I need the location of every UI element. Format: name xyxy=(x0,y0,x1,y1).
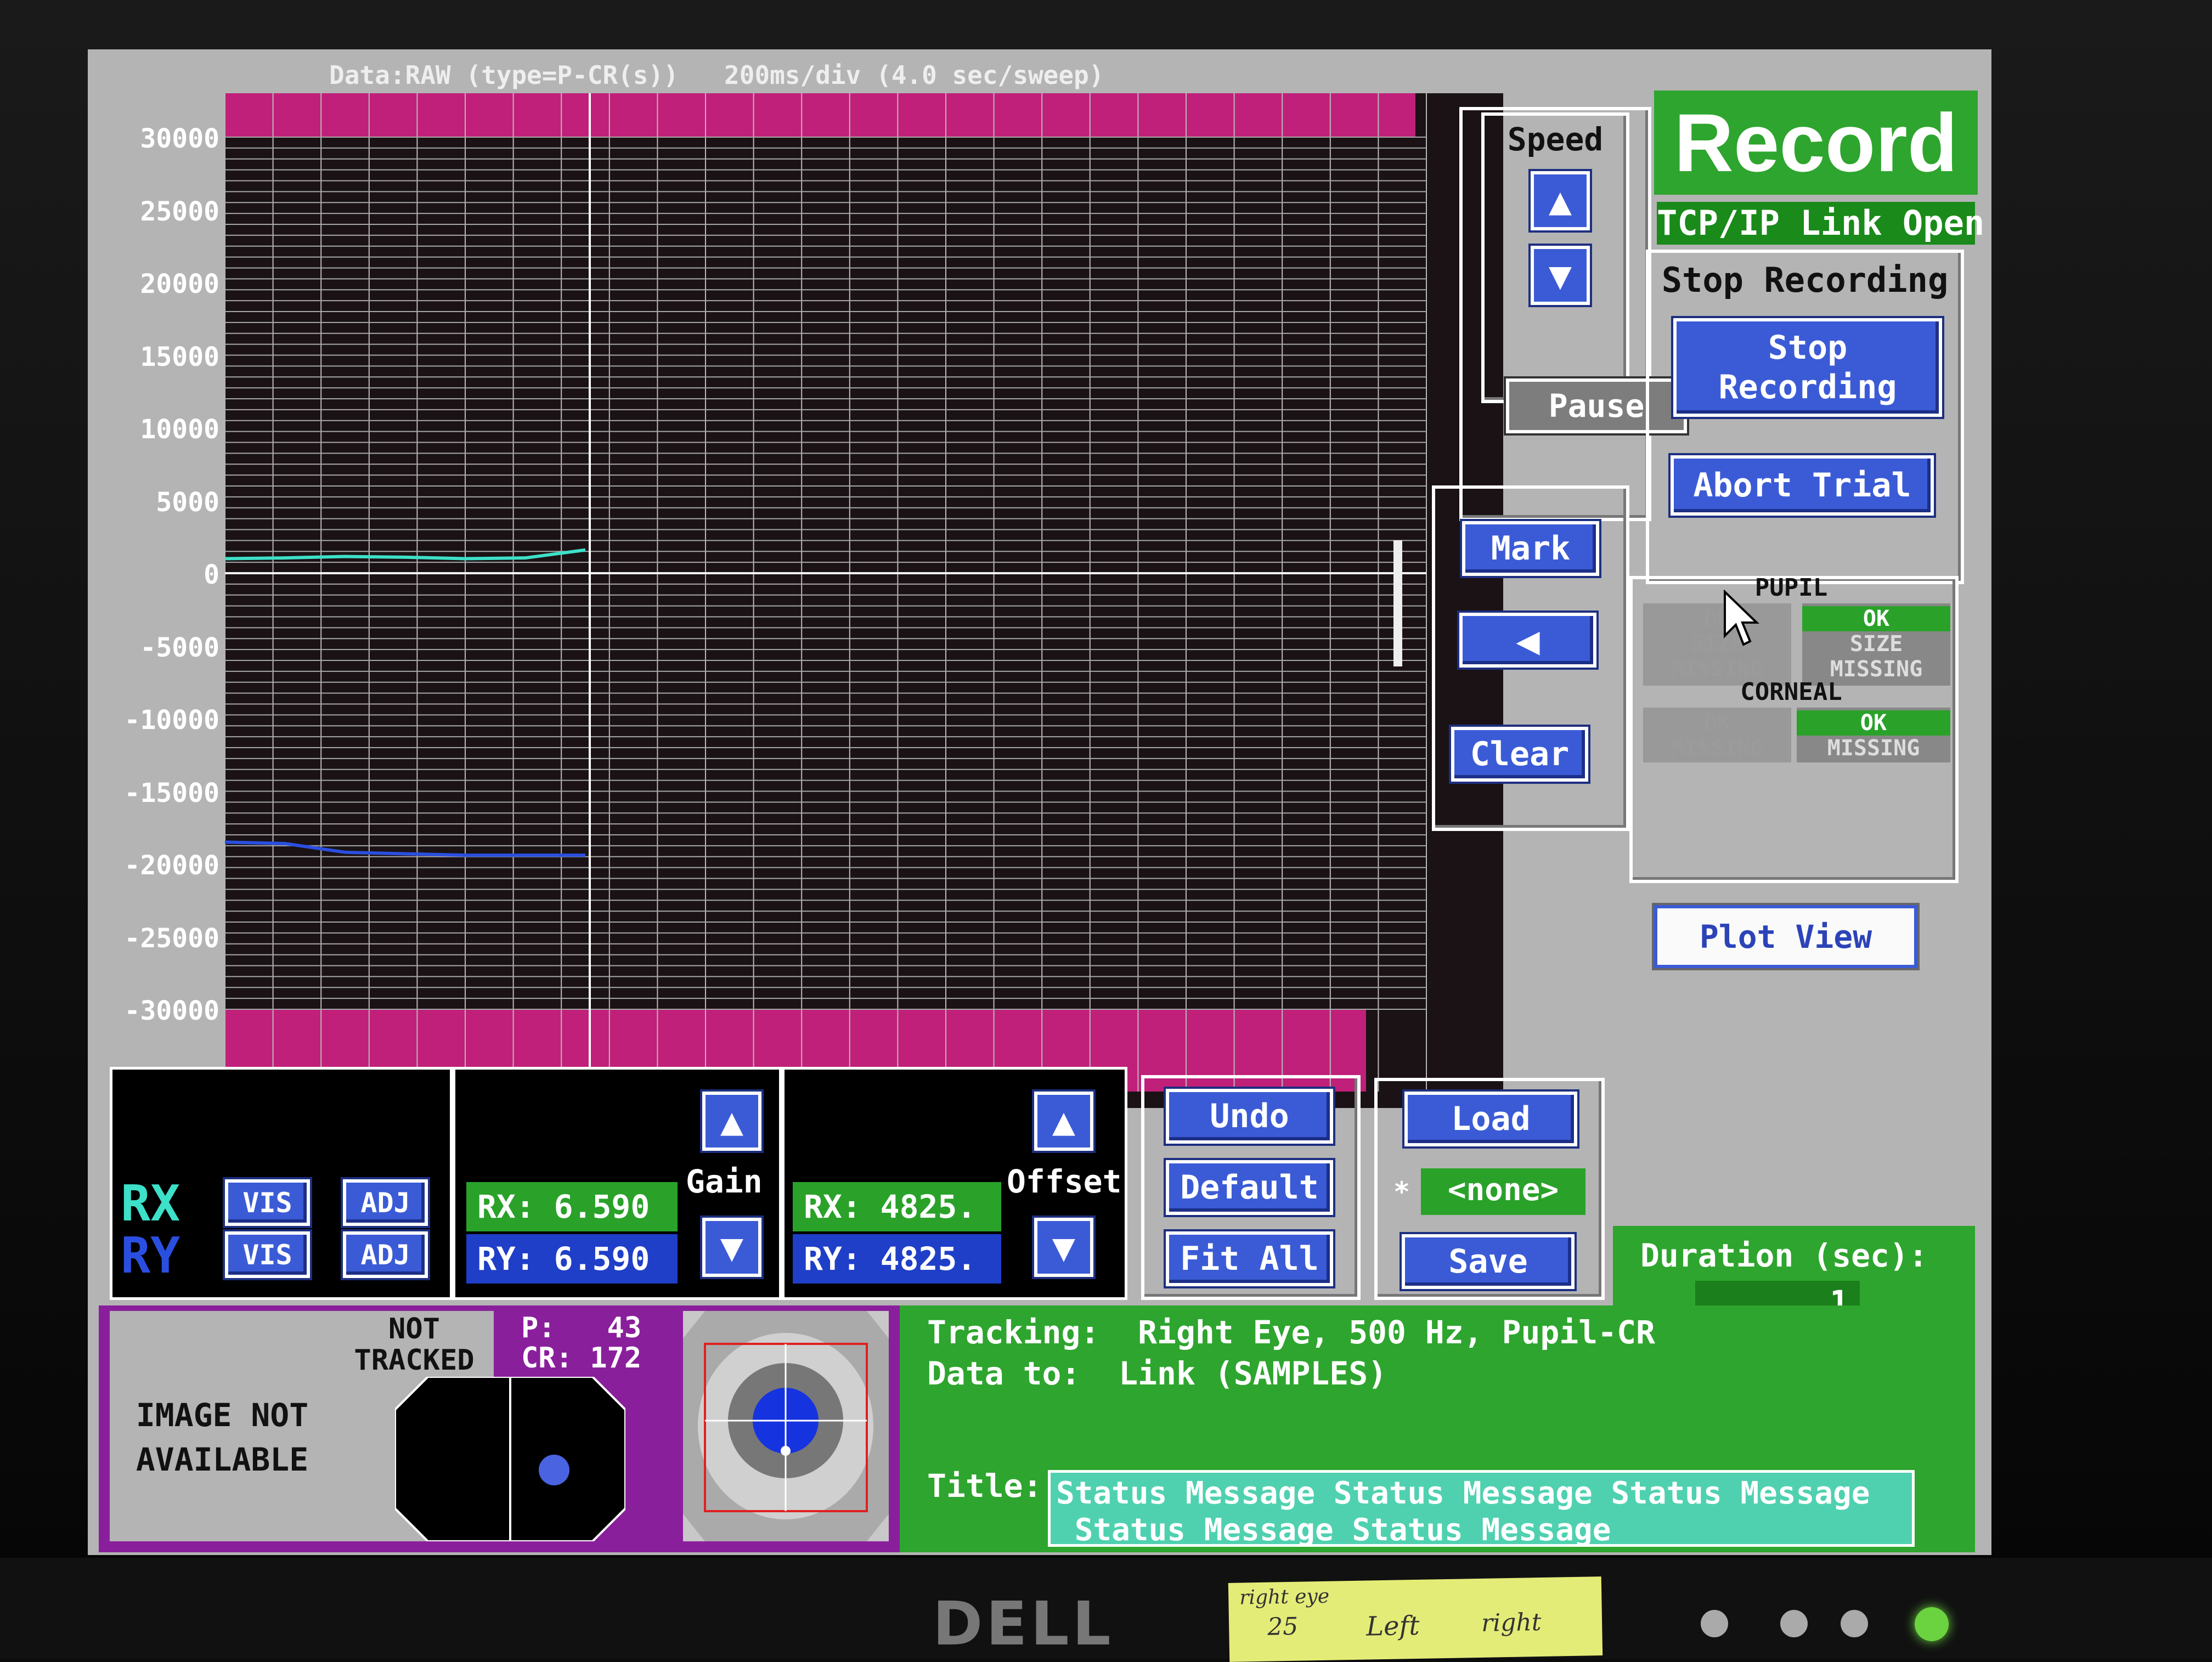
status-message-box: Status Message Status Message Status Mes… xyxy=(1048,1470,1915,1548)
series-ry-line xyxy=(224,840,585,857)
chart-header: Data:RAW (type=P-CR(s)) 200ms/div (4.0 s… xyxy=(329,60,1104,90)
dell-logo: DELL xyxy=(933,1588,1114,1659)
ry-adj-button[interactable]: ADJ xyxy=(343,1231,428,1278)
gain-ry-field[interactable]: RY: 6.590 xyxy=(466,1234,678,1284)
arrow-down-icon: ▼ xyxy=(1052,1225,1076,1270)
right-pupil-ok: OK xyxy=(1802,606,1950,631)
sticky-note-line2: 25 xyxy=(1267,1612,1299,1641)
y-tick-label: 5000 xyxy=(156,487,219,518)
link-status: TCP/IP Link Open xyxy=(1657,202,1984,245)
y-tick-label: 30000 xyxy=(140,123,220,154)
gain-rx-field[interactable]: RX: 6.590 xyxy=(466,1182,678,1231)
cr-value: CR: 172 xyxy=(521,1342,642,1375)
rx-adj-button[interactable]: ADJ xyxy=(343,1179,428,1226)
fit-all-button[interactable]: Fit All xyxy=(1166,1231,1333,1286)
right-pupil-size: SIZE xyxy=(1849,631,1903,657)
rx-channel-label: RX xyxy=(121,1175,180,1233)
offset-rx-field[interactable]: RX: 4825. xyxy=(793,1182,1001,1231)
not-tracked-label: NOT TRACKED xyxy=(354,1313,475,1377)
gain-up-button[interactable]: ▲ xyxy=(702,1092,761,1151)
left-pupil-status: OK SIZE MISSING xyxy=(1643,603,1791,686)
stop-recording-heading: Stop Recording xyxy=(1661,260,1949,300)
left-cr-missing: MISSING xyxy=(1671,736,1764,761)
y-tick-label: -20000 xyxy=(124,850,219,881)
file-star-marker: * xyxy=(1393,1176,1410,1208)
back-button[interactable]: ◀ xyxy=(1459,613,1596,668)
power-button[interactable] xyxy=(1915,1607,1949,1641)
arrow-up-icon: ▲ xyxy=(720,1099,744,1144)
eye-camera-view xyxy=(683,1311,889,1541)
title-label: Title: xyxy=(927,1467,1042,1505)
offset-down-button[interactable]: ▼ xyxy=(1034,1218,1093,1277)
y-tick-label: 10000 xyxy=(140,414,220,445)
save-button[interactable]: Save xyxy=(1402,1234,1575,1289)
cr-dot xyxy=(539,1455,569,1485)
gain-down-button[interactable]: ▼ xyxy=(702,1218,761,1277)
y-tick-label: -25000 xyxy=(124,923,219,954)
sticky-note-left: Left xyxy=(1365,1610,1420,1642)
monitor-menu-button[interactable] xyxy=(1701,1610,1728,1637)
right-cr-ok: OK xyxy=(1797,710,1950,736)
offset-up-button[interactable]: ▲ xyxy=(1034,1092,1093,1151)
tracking-line: Tracking: Right Eye, 500 Hz, Pupil-CR xyxy=(927,1314,1655,1351)
duration-label: Duration (sec): xyxy=(1640,1237,1928,1274)
offset-label: Offset xyxy=(1007,1163,1122,1200)
y-tick-label: -10000 xyxy=(124,705,219,736)
speed-label: Speed xyxy=(1507,121,1604,158)
left-pupil-ok: OK xyxy=(1703,606,1731,631)
gain-label: Gain xyxy=(686,1163,763,1200)
screen: Data:RAW (type=P-CR(s)) 200ms/div (4.0 s… xyxy=(88,49,1991,1555)
arrow-left-icon: ◀ xyxy=(1516,617,1540,663)
left-cr-ok: OK xyxy=(1703,710,1731,736)
mouse-cursor-icon xyxy=(1724,590,1759,646)
plot-view-button[interactable]: Plot View xyxy=(1654,905,1917,968)
corneal-label: CORNEAL xyxy=(1740,678,1842,706)
stop-recording-button[interactable]: Stop Recording xyxy=(1673,318,1942,417)
sticky-note-right: right xyxy=(1481,1608,1542,1637)
default-button[interactable]: Default xyxy=(1166,1160,1333,1215)
ry-vis-button[interactable]: VIS xyxy=(225,1231,310,1278)
undo-button[interactable]: Undo xyxy=(1166,1089,1333,1144)
arrow-down-icon: ▼ xyxy=(720,1225,744,1270)
y-tick-label: -5000 xyxy=(140,632,220,663)
abort-trial-button[interactable]: Abort Trial xyxy=(1671,455,1934,516)
monitor-plus-button[interactable] xyxy=(1841,1610,1868,1637)
load-button[interactable]: Load xyxy=(1404,1092,1577,1146)
offset-ry-field[interactable]: RY: 4825. xyxy=(793,1234,1001,1284)
image-not-available: IMAGE NOT AVAILABLE xyxy=(136,1397,309,1479)
data-to-line: Data to: Link (SAMPLES) xyxy=(927,1355,1387,1392)
y-tick-label: 20000 xyxy=(140,269,220,299)
y-tick-label: 0 xyxy=(204,559,219,590)
plot-area xyxy=(224,93,1503,1108)
arrow-down-icon: ▼ xyxy=(1548,253,1572,298)
mark-button[interactable]: Mark xyxy=(1462,521,1599,576)
plot-scroll-handle[interactable] xyxy=(1393,540,1402,666)
speed-up-button[interactable]: ▲ xyxy=(1531,171,1590,230)
sticky-note-line1: right eye xyxy=(1239,1585,1330,1609)
monitor-minus-button[interactable] xyxy=(1780,1610,1808,1637)
left-pupil-size: SIZE xyxy=(1690,631,1744,657)
y-tick-label: -15000 xyxy=(124,777,219,809)
pupil-value: P: 43 xyxy=(521,1311,642,1344)
y-tick-label: 25000 xyxy=(140,196,220,227)
ry-channel-label: RY xyxy=(121,1227,180,1285)
clear-button[interactable]: Clear xyxy=(1451,727,1588,782)
right-pupil-status: OK SIZE MISSING xyxy=(1802,603,1950,686)
sticky-note: right eye 25 Left right xyxy=(1228,1576,1603,1662)
right-cr-status: OK MISSING xyxy=(1797,708,1950,762)
eye-image xyxy=(683,1311,889,1541)
speed-down-button[interactable]: ▼ xyxy=(1531,246,1590,305)
plot-svg xyxy=(224,93,1427,1092)
arrow-up-icon: ▲ xyxy=(1548,178,1572,223)
arrow-up-icon: ▲ xyxy=(1052,1099,1076,1144)
left-cr-status: OK MISSING xyxy=(1643,708,1791,762)
rx-vis-button[interactable]: VIS xyxy=(225,1179,310,1226)
current-file-field[interactable]: <none> xyxy=(1421,1168,1585,1215)
plot-top-band xyxy=(225,93,1415,137)
y-tick-label: 15000 xyxy=(140,341,220,372)
eye-octagon-display xyxy=(395,1377,625,1541)
record-title: Record xyxy=(1674,97,1958,189)
right-cr-missing: MISSING xyxy=(1827,736,1920,761)
y-tick-label: -30000 xyxy=(124,996,219,1026)
